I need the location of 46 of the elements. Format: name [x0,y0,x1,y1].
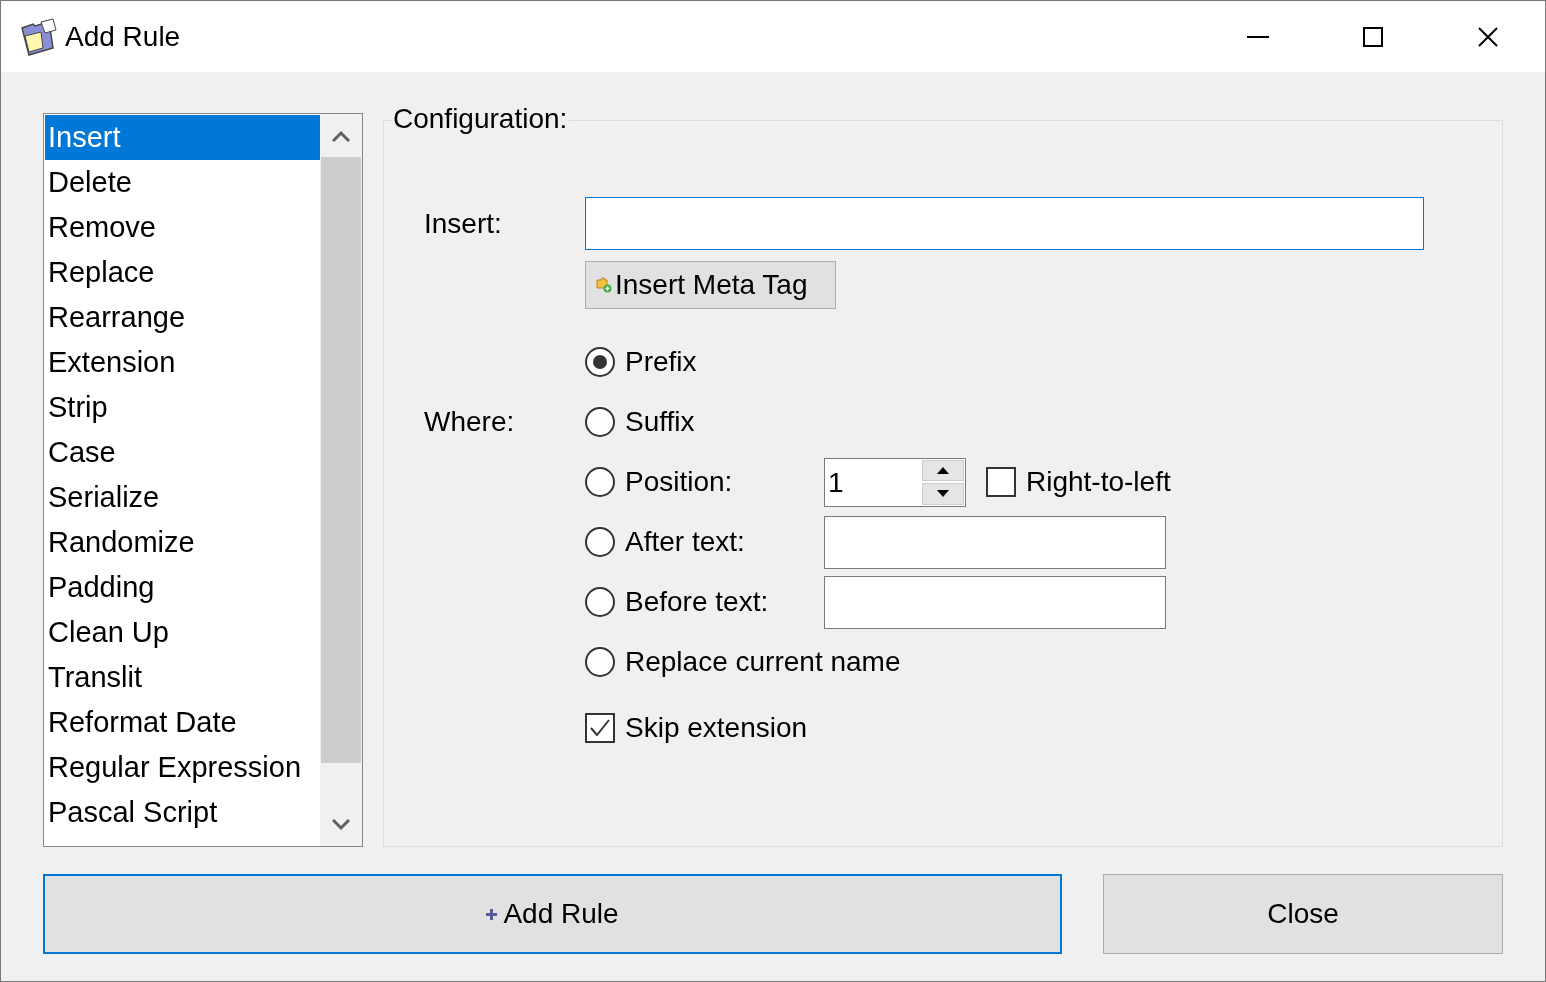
chevron-down-icon [332,818,350,831]
rule-list-item[interactable]: Clean Up [45,610,320,655]
radio-option[interactable]: Position: [585,466,824,498]
rule-list-item[interactable]: Randomize [45,520,320,565]
checkbox[interactable]: Skip extension [585,712,1502,744]
plus-icon [486,908,498,920]
field-label: Insert: [424,207,503,240]
rule-list-item[interactable]: Regular Expression [45,745,320,790]
close-button[interactable]: Close [1103,874,1503,954]
rule-list-item[interactable]: Replace [45,250,320,295]
radio-option[interactable]: Suffix [585,406,824,438]
window-title: Add Rule [65,20,182,53]
rule-list-item[interactable]: Insert [45,115,320,160]
insert-field[interactable] [585,197,1424,250]
scrollbar-thumb[interactable] [321,157,361,763]
spin-down-button[interactable] [922,483,964,505]
triangle-down-icon [937,489,949,498]
rule-list-item[interactable]: Strip [45,385,320,430]
minimize-icon [1246,35,1269,38]
radio-option[interactable]: Before text: [585,586,824,618]
rule-list-item[interactable]: Case [45,430,320,475]
rule-list-item[interactable]: Serialize [45,475,320,520]
close-icon [1477,26,1498,47]
folder-icon [19,17,59,56]
rule-list-item[interactable]: Reformat Date [45,700,320,745]
text-field[interactable] [824,575,1166,629]
rule-list-item[interactable]: Extension [45,340,320,385]
rule-list-item[interactable]: Rearrange [45,295,320,340]
add-rule-button[interactable]: Add Rule [43,874,1062,954]
triangle-up-icon [937,466,949,475]
rule-list-item[interactable]: Remove [45,205,320,250]
insert-meta-tag-button[interactable]: Insert Meta Tag [585,261,836,309]
rule-list-item[interactable]: Delete [45,160,320,205]
field-label: Where: [424,406,516,438]
rule-list-item[interactable]: Translit [45,655,320,700]
text-field[interactable] [824,515,1166,569]
rule-list-item[interactable]: Pascal Script [45,790,320,835]
number-spinner[interactable]: 1 [824,457,966,507]
rule-list-item[interactable]: Padding [45,565,320,610]
chevron-up-icon [332,129,350,142]
radio-option[interactable]: Replace current name [585,646,901,678]
radio-option[interactable]: After text: [585,526,824,558]
spin-up-button[interactable] [922,459,964,481]
maximize-icon [1362,26,1383,47]
radio-option[interactable]: Prefix [585,346,824,378]
checkbox[interactable]: Right-to-left [986,466,1171,498]
